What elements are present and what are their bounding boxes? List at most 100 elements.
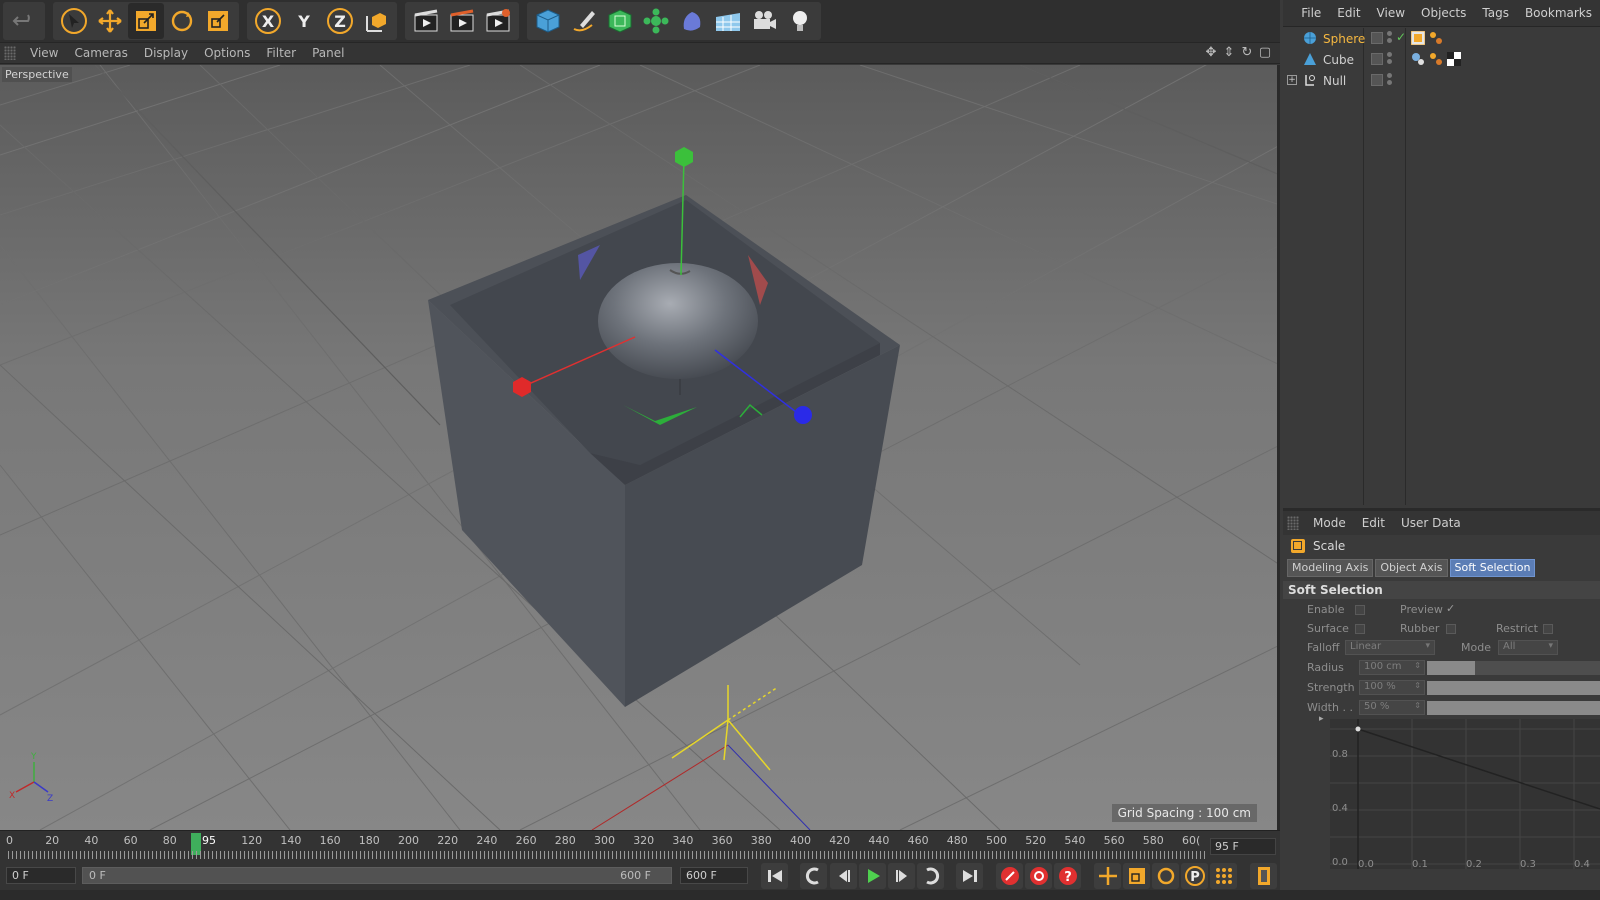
- select-tool-button[interactable]: [56, 3, 92, 39]
- key-pla-button[interactable]: [1210, 863, 1237, 889]
- phong-tag-icon[interactable]: [1411, 52, 1425, 66]
- radius-field[interactable]: 100 cm: [1359, 660, 1425, 675]
- grip-icon[interactable]: [4, 46, 16, 60]
- render-picture-viewer-button[interactable]: [444, 3, 480, 39]
- min-frame-field[interactable]: 0 F: [6, 867, 76, 884]
- editor-render-dots[interactable]: [1387, 73, 1393, 87]
- expand-toggle-icon[interactable]: +: [1287, 75, 1297, 85]
- maximize-icon[interactable]: ▢: [1258, 45, 1272, 60]
- object-name[interactable]: Null: [1323, 74, 1346, 88]
- timeline-ruler[interactable]: 0 20 40 60 80 95 120 140 160 180 200 220 240 260 280 30…: [6, 831, 1208, 861]
- am-menu-mode[interactable]: Mode: [1305, 516, 1354, 530]
- z-axis-handle[interactable]: [794, 406, 812, 424]
- max-frame-field[interactable]: 600 F: [680, 867, 748, 884]
- cube-object-button[interactable]: [530, 3, 566, 39]
- falloff-graph[interactable]: 0.8 0.4 0.0 0.0 0.1 0.2 0.3 0.4: [1330, 719, 1600, 870]
- sphere-object[interactable]: [598, 263, 758, 379]
- width-slider[interactable]: [1427, 701, 1600, 715]
- keyframe-selection-button[interactable]: ?: [1054, 863, 1081, 889]
- enabled-check-icon[interactable]: ✓: [1396, 30, 1406, 44]
- falloff-dropdown[interactable]: Linear: [1345, 640, 1435, 655]
- next-frame-button[interactable]: [888, 863, 915, 889]
- editor-render-dots[interactable]: [1387, 52, 1393, 66]
- width-field[interactable]: 50 %: [1359, 700, 1425, 715]
- object-row-cube[interactable]: Cube: [1283, 49, 1600, 70]
- coordinate-system-button[interactable]: [358, 3, 394, 39]
- viewport-menu-filter[interactable]: Filter: [258, 46, 304, 60]
- object-name[interactable]: Sphere: [1323, 32, 1365, 46]
- record-button[interactable]: [996, 863, 1023, 889]
- subdivision-button[interactable]: [602, 3, 638, 39]
- viewport-menu-panel[interactable]: Panel: [304, 46, 352, 60]
- tab-object-axis[interactable]: Object Axis: [1375, 559, 1448, 577]
- strength-field[interactable]: 100 %: [1359, 680, 1425, 695]
- key-scale-button[interactable]: [1123, 863, 1150, 889]
- viewport-menu-options[interactable]: Options: [196, 46, 258, 60]
- strength-slider[interactable]: [1427, 681, 1600, 695]
- render-settings-button[interactable]: [480, 3, 516, 39]
- selection-tag-icon[interactable]: [1429, 52, 1443, 66]
- om-menu-edit[interactable]: Edit: [1329, 6, 1368, 20]
- light-button[interactable]: [782, 3, 818, 39]
- scale-tool-button[interactable]: [128, 3, 164, 39]
- layer-visibility-toggle[interactable]: [1371, 74, 1383, 86]
- graph-expand-icon[interactable]: ▸: [1319, 714, 1324, 724]
- deformer-button[interactable]: [674, 3, 710, 39]
- scale-tag-icon[interactable]: [1411, 31, 1425, 45]
- y-axis-lock-button[interactable]: Y: [286, 3, 322, 39]
- pan-icon[interactable]: ✥: [1204, 45, 1218, 60]
- pen-spline-button[interactable]: [566, 3, 602, 39]
- timeline[interactable]: 0 20 40 60 80 95 120 140 160 180 200 220 240 260 280 30…: [0, 830, 1280, 860]
- viewport-menu-display[interactable]: Display: [136, 46, 196, 60]
- x-axis-lock-button[interactable]: X: [250, 3, 286, 39]
- am-menu-user-data[interactable]: User Data: [1393, 516, 1469, 530]
- object-row-null[interactable]: + Null: [1283, 70, 1600, 91]
- move-tool-button[interactable]: [92, 3, 128, 39]
- preview-checkbox[interactable]: ✓: [1446, 602, 1455, 615]
- prev-frame-button[interactable]: [830, 863, 857, 889]
- timeline-layout-button[interactable]: [1250, 863, 1277, 889]
- current-frame-field[interactable]: 95 F: [1210, 838, 1276, 855]
- om-menu-objects[interactable]: Objects: [1413, 6, 1474, 20]
- cloner-button[interactable]: [638, 3, 674, 39]
- camera-button[interactable]: [746, 3, 782, 39]
- mode-dropdown[interactable]: All: [1498, 640, 1558, 655]
- recent-tool-button[interactable]: [200, 3, 236, 39]
- preview-range-slider[interactable]: 0 F 600 F: [82, 867, 672, 884]
- viewport-menu-cameras[interactable]: Cameras: [66, 46, 135, 60]
- om-menu-view[interactable]: View: [1369, 6, 1413, 20]
- layer-visibility-toggle[interactable]: [1371, 53, 1383, 65]
- z-axis-lock-button[interactable]: Z: [322, 3, 358, 39]
- editor-render-dots[interactable]: [1387, 31, 1393, 45]
- play-button[interactable]: [859, 863, 886, 889]
- rotate-tool-button[interactable]: [164, 3, 200, 39]
- rubber-checkbox[interactable]: [1446, 624, 1456, 634]
- goto-start-button[interactable]: [761, 863, 788, 889]
- restrict-checkbox[interactable]: [1543, 624, 1553, 634]
- undo-button[interactable]: [6, 3, 42, 39]
- goto-end-button[interactable]: [956, 863, 983, 889]
- orbit-icon[interactable]: ↻: [1240, 45, 1254, 60]
- key-position-button[interactable]: [1094, 863, 1121, 889]
- key-rotation-button[interactable]: [1152, 863, 1179, 889]
- viewport-menu-view[interactable]: View: [22, 46, 66, 60]
- render-view-button[interactable]: [408, 3, 444, 39]
- enable-checkbox[interactable]: [1355, 605, 1365, 615]
- object-name[interactable]: Cube: [1323, 53, 1354, 67]
- am-menu-edit[interactable]: Edit: [1354, 516, 1393, 530]
- radius-slider[interactable]: [1427, 661, 1600, 675]
- layer-visibility-toggle[interactable]: [1371, 32, 1383, 44]
- om-menu-bookmarks[interactable]: Bookmarks: [1517, 6, 1600, 20]
- texture-tag-icon[interactable]: [1447, 52, 1461, 66]
- prev-key-button[interactable]: [800, 863, 827, 889]
- autokey-button[interactable]: [1025, 863, 1052, 889]
- key-parameter-button[interactable]: P: [1181, 863, 1208, 889]
- object-row-sphere[interactable]: Sphere ✓: [1283, 28, 1600, 49]
- dolly-icon[interactable]: ⇕: [1222, 45, 1236, 60]
- floor-scene-button[interactable]: [710, 3, 746, 39]
- surface-checkbox[interactable]: [1355, 624, 1365, 634]
- tab-modeling-axis[interactable]: Modeling Axis: [1287, 559, 1374, 577]
- tab-soft-selection[interactable]: Soft Selection: [1449, 559, 1536, 577]
- deformer-tag-icon[interactable]: [1429, 31, 1443, 45]
- next-key-button[interactable]: [917, 863, 944, 889]
